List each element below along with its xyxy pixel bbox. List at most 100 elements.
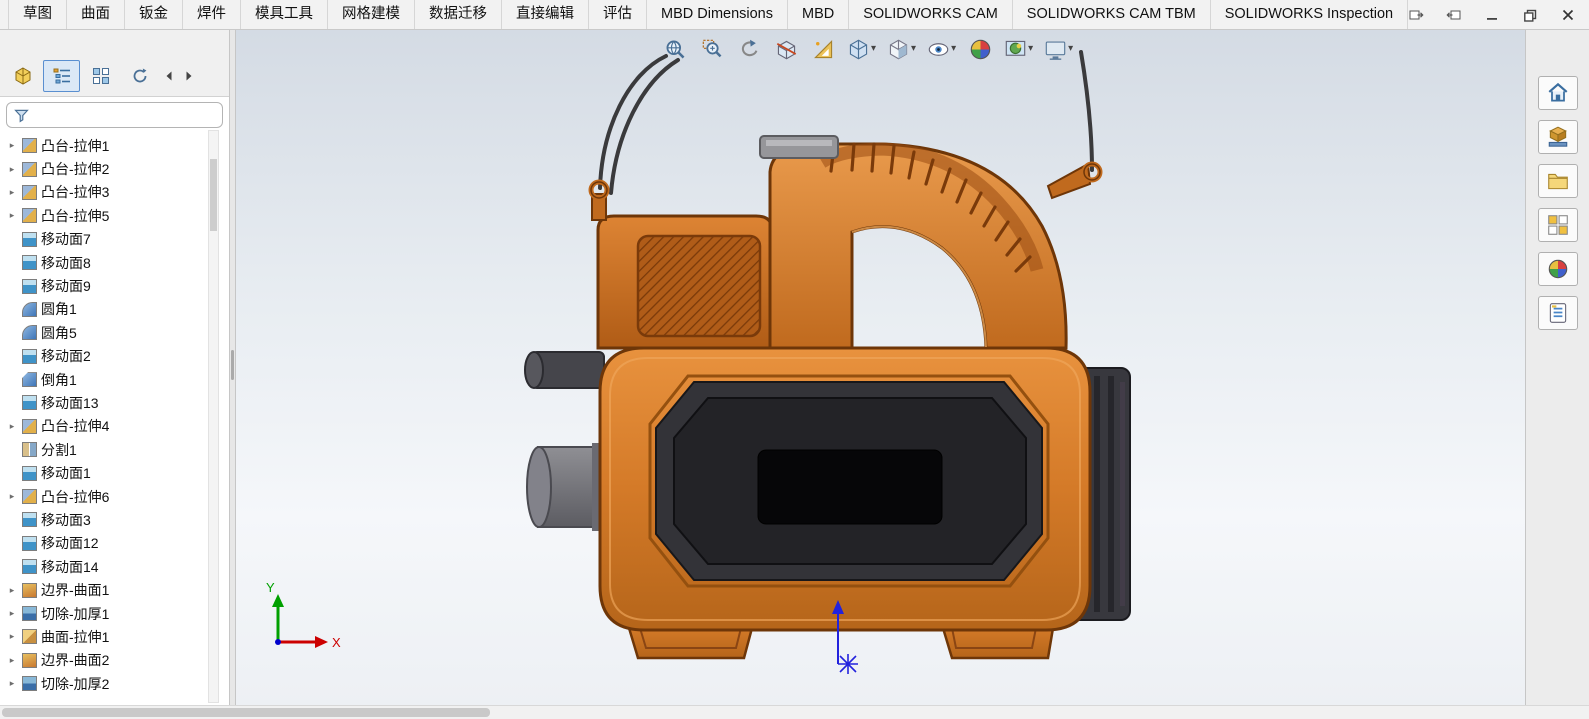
tree-item[interactable]: 移动面9: [6, 274, 205, 297]
command-tab[interactable]: 模具工具: [241, 0, 328, 29]
tree-item[interactable]: ▸切除-加厚2: [6, 672, 205, 695]
dropdown-caret-icon[interactable]: ▾: [1068, 44, 1073, 54]
close-button[interactable]: [1557, 4, 1579, 26]
model-3d[interactable]: [525, 52, 1130, 658]
tree-item[interactable]: 移动面3: [6, 508, 205, 531]
viewport-3d[interactable]: Y X ▾ ▾ ▾ ▾ ▾: [236, 30, 1525, 705]
featuremanager-tab[interactable]: [43, 60, 80, 92]
tree-item[interactable]: 移动面12: [6, 532, 205, 555]
tree-item[interactable]: 倒角1: [6, 368, 205, 391]
dropdown-caret-icon[interactable]: ▾: [951, 44, 956, 54]
dropdown-caret-icon[interactable]: ▾: [911, 44, 916, 54]
expand-arrow-icon[interactable]: ▸: [6, 655, 18, 666]
tree-item[interactable]: 圆角1: [6, 298, 205, 321]
float-pane-button[interactable]: [1405, 4, 1427, 26]
zoom-area-button[interactable]: [697, 34, 727, 64]
dropdown-caret-icon[interactable]: ▾: [1028, 44, 1033, 54]
command-tab[interactable]: SOLIDWORKS CAM: [849, 0, 1013, 29]
dynamic-annotation-button[interactable]: [808, 34, 838, 64]
expand-arrow-icon[interactable]: ▸: [6, 164, 18, 175]
command-tab[interactable]: MBD: [788, 0, 849, 29]
apply-scene-icon: [1004, 38, 1027, 61]
tree-item[interactable]: ▸边界-曲面1: [6, 578, 205, 601]
edit-appearance-button[interactable]: [965, 34, 995, 64]
tree-item[interactable]: 移动面14: [6, 555, 205, 578]
view-orientation-button[interactable]: ▾: [845, 34, 878, 64]
tree-item[interactable]: 圆角5: [6, 321, 205, 344]
expand-arrow-icon[interactable]: ▸: [6, 140, 18, 151]
command-tab[interactable]: SOLIDWORKS CAM TBM: [1013, 0, 1211, 29]
viewport-canvas[interactable]: Y X: [236, 30, 1525, 705]
expand-arrow-icon[interactable]: ▸: [6, 491, 18, 502]
restore-button[interactable]: [1519, 4, 1541, 26]
tree-item-label: 移动面3: [41, 510, 91, 530]
command-tab[interactable]: 曲面: [67, 0, 125, 29]
command-tab[interactable]: 评估: [589, 0, 647, 29]
tree-item[interactable]: 移动面13: [6, 391, 205, 414]
splitter-grip-icon[interactable]: [231, 350, 234, 380]
tree-item[interactable]: 分割1: [6, 438, 205, 461]
command-tab[interactable]: 草图: [8, 0, 67, 29]
hide-show-items-button[interactable]: ▾: [925, 34, 958, 64]
tree-scrollbar[interactable]: [208, 130, 219, 703]
command-tab[interactable]: 直接编辑: [502, 0, 589, 29]
tree-filter[interactable]: [6, 102, 223, 128]
horizontal-scrollbar[interactable]: [0, 705, 1589, 719]
section-view-icon: [775, 38, 798, 61]
displaymanager-tab[interactable]: [82, 60, 119, 92]
tabs-scroll-right[interactable]: [180, 60, 198, 92]
expand-arrow-icon[interactable]: ▸: [6, 608, 18, 619]
home-button[interactable]: [1538, 76, 1578, 110]
tree-item[interactable]: ▸切除-加厚1: [6, 602, 205, 625]
tree-item[interactable]: 移动面7: [6, 228, 205, 251]
appearances-button[interactable]: [1538, 252, 1578, 286]
expand-arrow-icon[interactable]: ▸: [6, 678, 18, 689]
edit-appearance-icon: [969, 38, 992, 61]
command-tab[interactable]: 网格建模: [328, 0, 415, 29]
horizontal-scrollbar-thumb[interactable]: [2, 708, 490, 717]
tree-item[interactable]: 移动面1: [6, 461, 205, 484]
zoom-fit-button[interactable]: [660, 34, 690, 64]
extrude-feature-icon: [22, 419, 37, 434]
command-tab[interactable]: 钣金: [125, 0, 183, 29]
design-library-button[interactable]: [1538, 120, 1578, 154]
tree-item[interactable]: ▸凸台-拉伸4: [6, 415, 205, 438]
expand-arrow-icon[interactable]: ▸: [6, 585, 18, 596]
part-tab[interactable]: [4, 60, 41, 92]
command-tab[interactable]: MBD Dimensions: [647, 0, 788, 29]
expand-arrow-icon[interactable]: ▸: [6, 631, 18, 642]
tree-item[interactable]: ▸凸台-拉伸2: [6, 157, 205, 180]
tree-item[interactable]: ▸凸台-拉伸6: [6, 485, 205, 508]
apply-scene-button[interactable]: ▾: [1002, 34, 1035, 64]
previous-view-button[interactable]: [734, 34, 764, 64]
feature-tree: ▸凸台-拉伸1▸凸台-拉伸2▸凸台-拉伸3▸凸台-拉伸5移动面7移动面8移动面9…: [0, 132, 229, 695]
tree-item[interactable]: ▸凸台-拉伸1: [6, 134, 205, 157]
custom-properties-button[interactable]: [1538, 296, 1578, 330]
expand-arrow-icon[interactable]: ▸: [6, 421, 18, 432]
command-tab[interactable]: SOLIDWORKS Inspection: [1211, 0, 1408, 29]
tree-item[interactable]: ▸凸台-拉伸5: [6, 204, 205, 227]
tree-filter-input[interactable]: [36, 108, 216, 123]
tree-item[interactable]: 移动面8: [6, 251, 205, 274]
tabs-scroll-left[interactable]: [160, 60, 178, 92]
command-tab[interactable]: 焊件: [183, 0, 241, 29]
tree-item[interactable]: ▸边界-曲面2: [6, 649, 205, 672]
dock-pane-button[interactable]: [1443, 4, 1465, 26]
expand-arrow-icon[interactable]: ▸: [6, 210, 18, 221]
tree-scrollbar-thumb[interactable]: [210, 159, 217, 231]
tree-item[interactable]: ▸曲面-拉伸1: [6, 625, 205, 648]
panel-splitter[interactable]: [229, 30, 236, 705]
command-tab[interactable]: 数据迁移: [415, 0, 502, 29]
section-view-button[interactable]: [771, 34, 801, 64]
chamfer-feature-icon: [22, 372, 37, 387]
view-palette-button[interactable]: [1538, 208, 1578, 242]
display-style-button[interactable]: ▾: [885, 34, 918, 64]
minimize-button[interactable]: [1481, 4, 1503, 26]
dropdown-caret-icon[interactable]: ▾: [871, 44, 876, 54]
file-explorer-button[interactable]: [1538, 164, 1578, 198]
history-tab[interactable]: [121, 60, 158, 92]
tree-item[interactable]: 移动面2: [6, 345, 205, 368]
view-settings-button[interactable]: ▾: [1042, 34, 1075, 64]
expand-arrow-icon[interactable]: ▸: [6, 187, 18, 198]
tree-item[interactable]: ▸凸台-拉伸3: [6, 181, 205, 204]
